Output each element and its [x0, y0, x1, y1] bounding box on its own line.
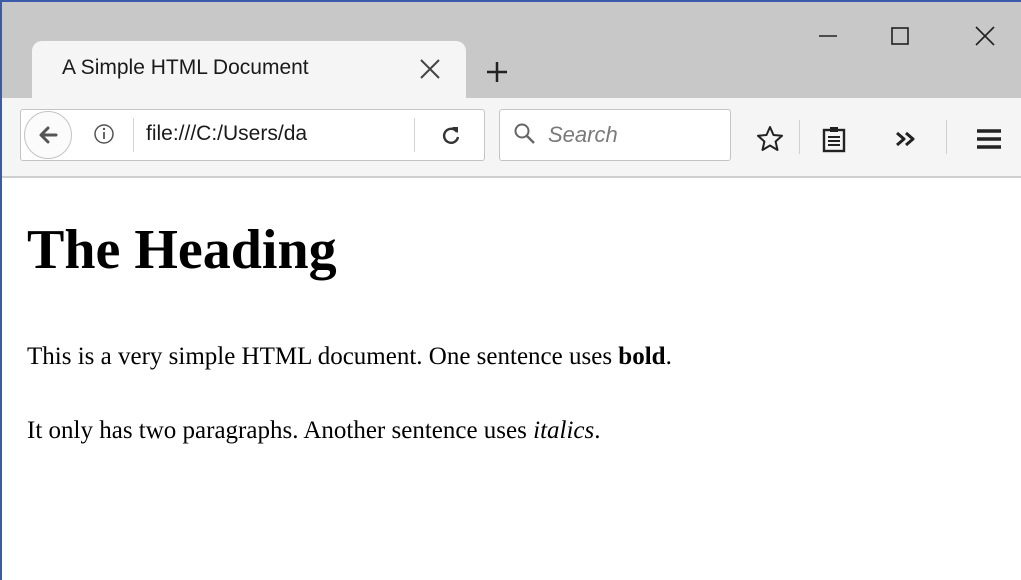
bold-text: bold	[618, 343, 666, 370]
search-icon	[513, 122, 537, 146]
search-placeholder: Search	[548, 122, 618, 147]
minimize-icon[interactable]	[805, 16, 851, 56]
reader-view-icon[interactable]	[819, 124, 849, 154]
maximize-icon[interactable]	[877, 16, 923, 56]
paragraph-2-end: .	[594, 417, 601, 444]
browser-window: A Simple HTML Document file:///C:/Users/…	[0, 0, 1021, 580]
url-divider	[414, 118, 415, 152]
tab-title: A Simple HTML Document	[62, 56, 309, 79]
paragraph-1-end: .	[665, 343, 672, 370]
paragraph-1-text: This is a very simple HTML document. One…	[27, 343, 619, 370]
bookmark-star-icon[interactable]	[755, 124, 785, 154]
info-icon[interactable]	[93, 123, 115, 145]
active-tab[interactable]: A Simple HTML Document	[32, 41, 466, 98]
back-arrow-icon[interactable]	[24, 111, 72, 159]
paragraph-2-text: It only has two paragraphs. Another sent…	[27, 417, 534, 444]
toolbar-divider	[946, 120, 947, 154]
page-heading: The Heading	[27, 219, 337, 281]
paragraph-2: It only has two paragraphs. Another sent…	[27, 416, 600, 446]
italic-text: italics	[533, 417, 595, 444]
navigation-toolbar: file:///C:/Users/da Search	[2, 98, 1021, 178]
url-divider	[133, 118, 134, 152]
overflow-chevron-icon[interactable]	[891, 124, 921, 154]
tab-strip: A Simple HTML Document	[2, 2, 1021, 98]
tab-close-icon[interactable]	[412, 51, 448, 87]
toolbar-divider	[799, 120, 800, 154]
page-content: The Heading This is a very simple HTML d…	[2, 178, 1021, 580]
paragraph-1: This is a very simple HTML document. One…	[27, 342, 672, 372]
close-icon[interactable]	[962, 16, 1008, 56]
reload-icon[interactable]	[436, 120, 466, 150]
hamburger-menu-icon[interactable]	[974, 124, 1004, 154]
url-bar[interactable]: file:///C:/Users/da	[20, 109, 485, 161]
search-bar[interactable]: Search	[499, 109, 731, 161]
url-text[interactable]: file:///C:/Users/da	[146, 122, 307, 146]
new-tab-icon[interactable]	[479, 54, 515, 90]
